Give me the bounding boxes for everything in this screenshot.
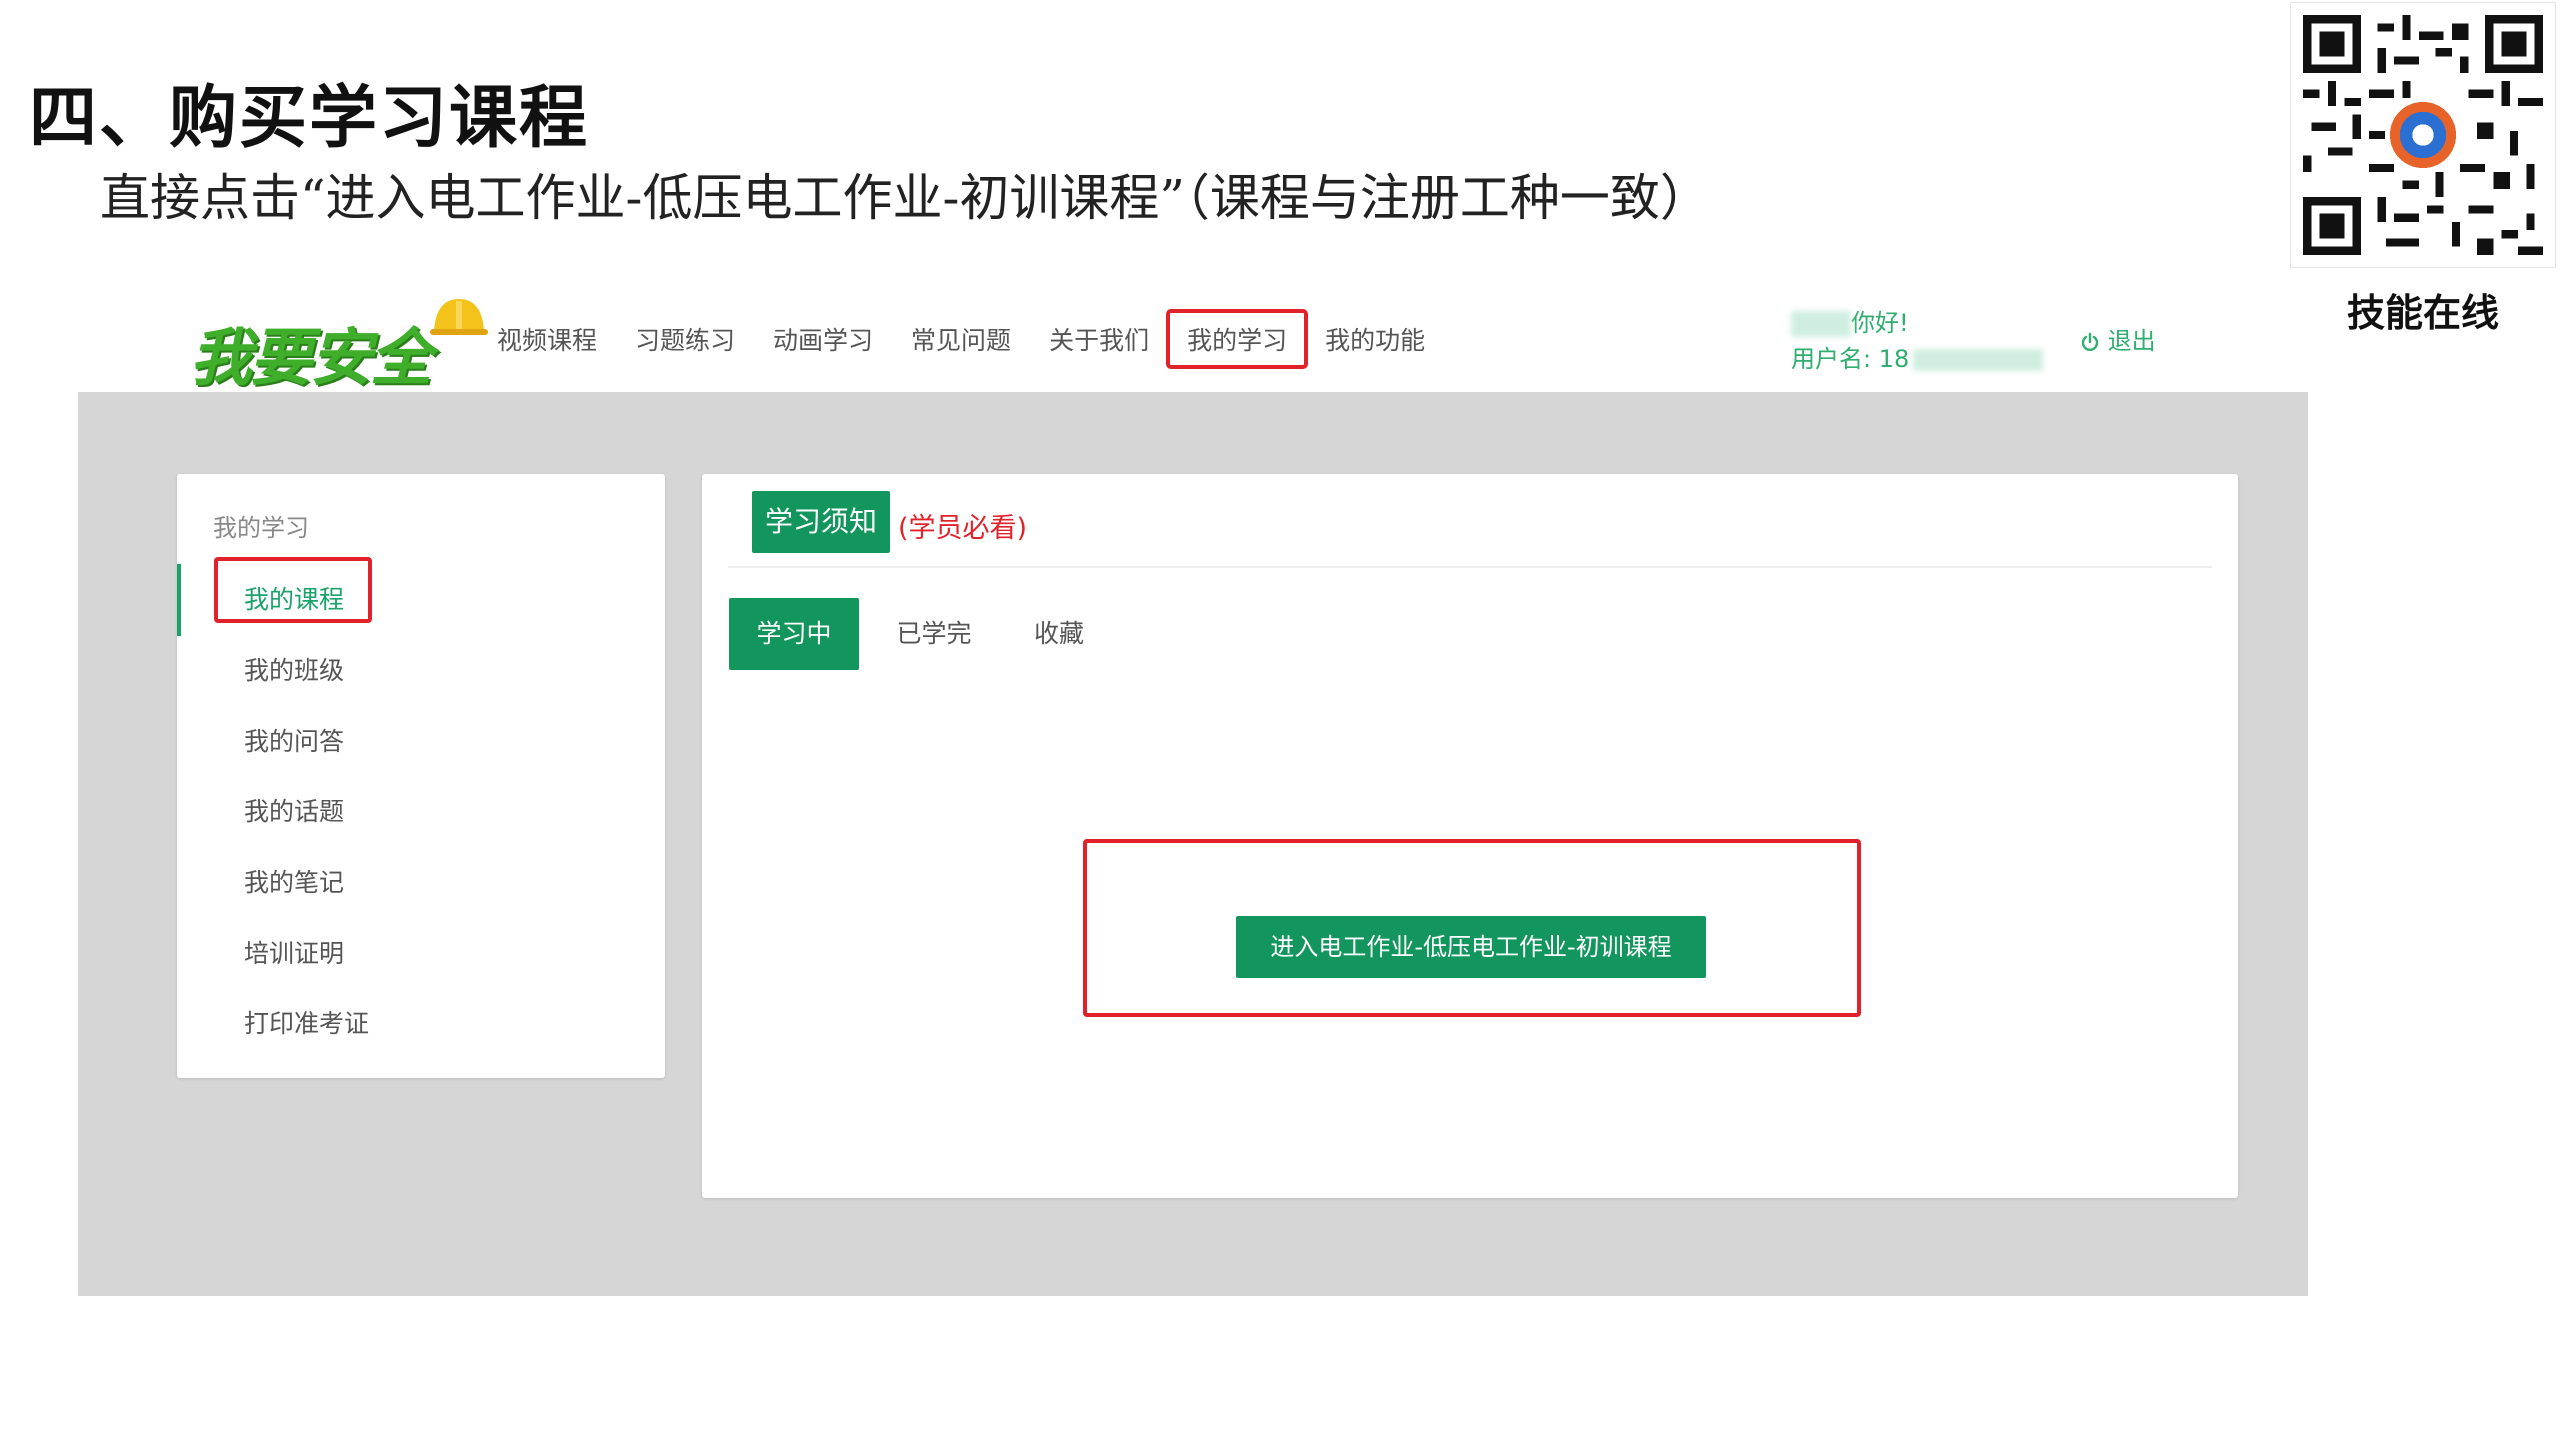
power-icon: [2081, 332, 2099, 351]
nav-faq[interactable]: 常见问题: [892, 311, 1030, 367]
redacted-username: [1913, 349, 2044, 371]
nav-my-functions[interactable]: 我的功能: [1306, 311, 1444, 367]
sidebar-item-my-classes[interactable]: 我的班级: [244, 651, 344, 687]
site-header: 我要安全 视频课程 习题练习 动画学习 常见问题 关于我们 我的学习 我的功能 …: [78, 275, 2308, 394]
sidebar-item-print-admission[interactable]: 打印准考证: [244, 1004, 369, 1040]
tab-favorites[interactable]: 收藏: [1004, 598, 1114, 670]
learning-notice-tab[interactable]: 学习须知: [752, 491, 890, 553]
enter-course-button[interactable]: 进入电工作业-低压电工作业-初训课程: [1236, 916, 1706, 978]
qr-caption: 技能在线: [2346, 291, 2499, 335]
tab-completed[interactable]: 已学完: [869, 598, 999, 670]
learning-notice-note: (学员必看): [898, 513, 1028, 544]
sidebar-item-my-qa[interactable]: 我的问答: [244, 722, 344, 758]
logout-label: 退出: [2107, 327, 2156, 355]
sidebar-item-my-courses[interactable]: 我的课程: [244, 580, 344, 616]
sidebar-item-my-topics[interactable]: 我的话题: [244, 792, 344, 828]
qr-code: [2290, 2, 2556, 268]
site-logo[interactable]: 我要安全: [190, 295, 510, 394]
main-area: 我的学习 我的课程 我的班级 我的问答 我的话题 我的笔记 培训证明 打印准考证…: [78, 392, 2308, 1296]
nav-my-learning[interactable]: 我的学习: [1166, 309, 1309, 369]
nav-exercises[interactable]: 习题练习: [616, 311, 754, 367]
logout-link[interactable]: 退出: [2080, 321, 2156, 356]
sidebar-heading: 我的学习: [213, 514, 309, 542]
redacted-name: [1791, 311, 1851, 337]
user-info: 你好! 用户名: 18: [1791, 305, 2044, 377]
active-indicator: [177, 564, 181, 636]
divider: [728, 566, 2212, 568]
logo-text: 我要安全: [190, 321, 432, 394]
username-label: 用户名: 18: [1791, 345, 1910, 373]
slide-title: 四、购买学习课程: [29, 78, 590, 158]
greeting: 你好!: [1851, 309, 1909, 337]
nav-about-us[interactable]: 关于我们: [1030, 311, 1168, 367]
tab-in-progress[interactable]: 学习中: [729, 598, 859, 670]
content-panel: 学习须知 (学员必看) 学习中 已学完 收藏 进入电工作业-低压电工作业-初训课…: [702, 474, 2238, 1198]
nav-animation[interactable]: 动画学习: [754, 311, 892, 367]
main-nav: 视频课程 习题练习 动画学习 常见问题 关于我们 我的学习 我的功能: [478, 309, 1444, 369]
slide-subtitle: 直接点击“进入电工作业-低压电工作业-初训课程”（课程与注册工种一致）: [100, 169, 1710, 227]
sidebar-item-my-notes[interactable]: 我的笔记: [244, 863, 344, 899]
sidebar-item-training-cert[interactable]: 培训证明: [244, 934, 344, 970]
qr-code-icon: [2303, 15, 2543, 255]
nav-video-courses[interactable]: 视频课程: [478, 311, 616, 367]
sidebar: 我的学习 我的课程 我的班级 我的问答 我的话题 我的笔记 培训证明 打印准考证: [177, 474, 665, 1078]
